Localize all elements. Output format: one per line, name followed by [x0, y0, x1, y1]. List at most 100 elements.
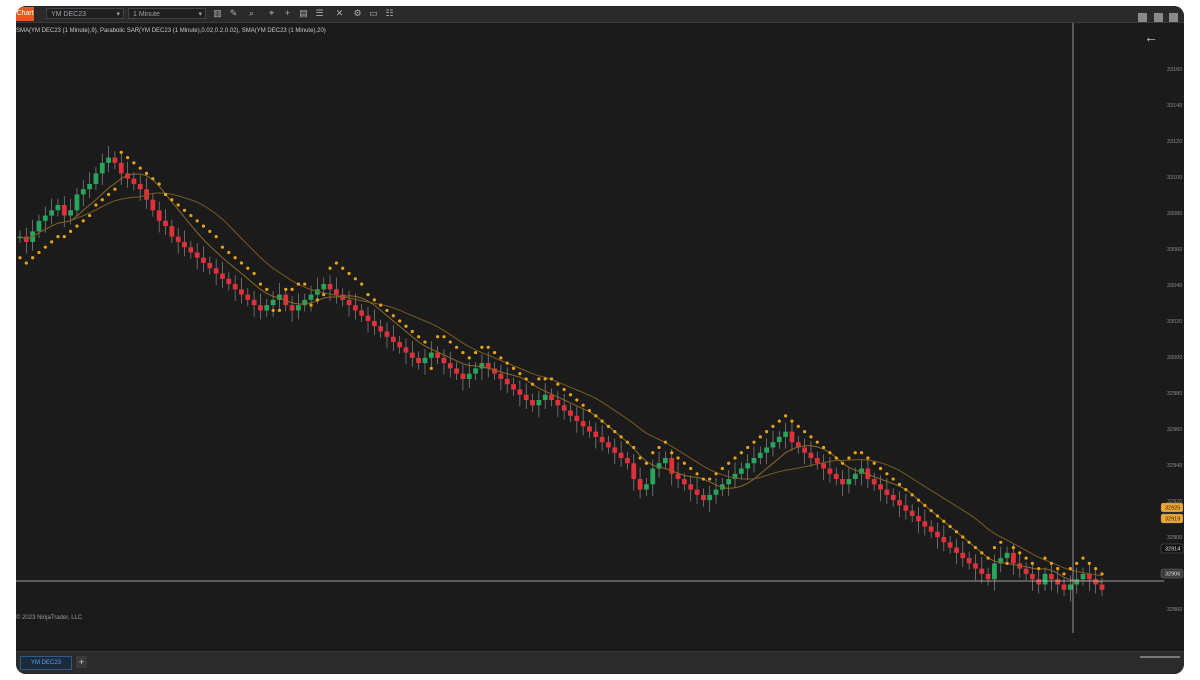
scroll-handle[interactable] [1140, 656, 1180, 658]
properties-icon[interactable]: ☷ [384, 8, 395, 19]
sar-dot [391, 314, 395, 318]
sar-dot [518, 372, 522, 376]
chart-tab[interactable]: Chart [16, 7, 34, 21]
zoom-icon[interactable]: ⌕ [246, 8, 257, 19]
price-chart[interactable]: 33160 33140 33120 33100 33080 33060 33040 33020… [16, 23, 1184, 633]
sar-dot [220, 245, 225, 249]
sar-dot [315, 298, 319, 302]
strategy-icon[interactable]: ✕ [334, 8, 345, 19]
sar-dot [176, 203, 180, 207]
candle-body [840, 479, 845, 485]
candle-body [947, 542, 953, 548]
candle-body [289, 305, 295, 311]
sar-dot [385, 308, 389, 313]
candle-body [1004, 552, 1010, 559]
sar-dot [227, 250, 231, 255]
bar-chart-icon[interactable]: ▥ [212, 8, 223, 19]
candle-body [941, 537, 947, 543]
window-icon[interactable] [1169, 13, 1178, 22]
price-tick-label: 33120 [1167, 139, 1182, 145]
sar-dot [689, 466, 693, 471]
grid-icon[interactable] [1153, 13, 1163, 22]
sar-dot [859, 451, 864, 455]
candle-body [422, 357, 428, 364]
sar-dot [214, 235, 218, 239]
sar-dot [258, 282, 263, 286]
candle-body [74, 194, 80, 211]
candle-body [618, 452, 624, 458]
sar-dot [727, 461, 731, 465]
sar-dot [69, 229, 73, 233]
back-arrow-icon[interactable]: ← [1144, 29, 1158, 45]
sar-dot [106, 192, 111, 197]
candle-body [1023, 568, 1029, 574]
candle-body [897, 500, 902, 506]
candle-body [770, 442, 776, 448]
sar-dot [866, 456, 870, 460]
candle-body [1029, 573, 1035, 580]
sar-dot [752, 440, 756, 444]
candle-body [827, 468, 833, 474]
sar-dot [163, 192, 168, 197]
candle-body [890, 494, 896, 501]
candle-body [213, 268, 219, 274]
instrument-selector[interactable]: YM DEC23 ▾ [46, 8, 124, 19]
candle-body [99, 162, 105, 174]
candle-body [776, 436, 782, 443]
sar-dot [670, 451, 674, 455]
chart-settings-icon[interactable]: ⚙ [352, 8, 363, 19]
candle-body [80, 189, 86, 195]
candle-body [55, 205, 61, 211]
sar-dot [328, 266, 332, 270]
candle-body [454, 368, 459, 374]
plus-icon[interactable]: + [282, 8, 293, 19]
sar-dot [94, 203, 98, 207]
sar-dot [341, 266, 345, 270]
candle-body [504, 378, 510, 385]
layout-icon[interactable] [1138, 13, 1148, 22]
candle-body [397, 342, 403, 348]
candle-body [239, 289, 244, 295]
sar-dot [524, 377, 528, 381]
sar-dot [1049, 561, 1053, 565]
candle-body [258, 305, 263, 311]
crosshair-icon[interactable]: ⌖ [266, 8, 277, 19]
candle-body [644, 484, 649, 490]
candle-body [700, 494, 706, 501]
sar-dot [511, 366, 516, 370]
sar-dot [942, 519, 946, 523]
sar-dot [897, 482, 902, 486]
candle-body [916, 515, 921, 522]
trash-icon[interactable]: ▭ [368, 8, 379, 19]
candle-body [922, 521, 928, 527]
price-tick-label: 32860 [1167, 607, 1182, 613]
pencil-icon[interactable]: ✎ [228, 8, 239, 19]
sar-dot [1075, 561, 1079, 565]
price-tick-label: 32900 [1167, 535, 1182, 541]
list-icon[interactable]: ☰ [314, 8, 325, 19]
candle-body [637, 479, 643, 490]
indicator-legend: SMA(YM DEC23 (1 Minute),9), Parabolic SA… [16, 28, 326, 34]
candle-body [694, 489, 700, 495]
price-tick-label: 33100 [1167, 175, 1182, 181]
document-icon[interactable]: ▤ [298, 8, 309, 19]
sar-dot [252, 271, 256, 276]
candle-body [378, 326, 384, 332]
sar-dot [562, 387, 566, 392]
tab-instrument[interactable]: YM DEC23 [20, 656, 72, 670]
candle-body [530, 400, 535, 406]
candle-body [150, 199, 156, 211]
candle-body [346, 299, 352, 306]
candle-body [42, 215, 48, 221]
interval-selector[interactable]: 1 Minute ▾ [128, 8, 206, 19]
candle-body [612, 447, 618, 453]
candle-body [327, 284, 333, 290]
sar-dot [746, 445, 750, 450]
candle-body [688, 484, 694, 490]
sar-dot [676, 456, 680, 460]
candle-body [201, 257, 206, 263]
candle-body [726, 479, 732, 485]
sar-dot [448, 340, 452, 344]
candle-body [681, 479, 687, 485]
add-tab-button[interactable]: + [76, 656, 87, 668]
